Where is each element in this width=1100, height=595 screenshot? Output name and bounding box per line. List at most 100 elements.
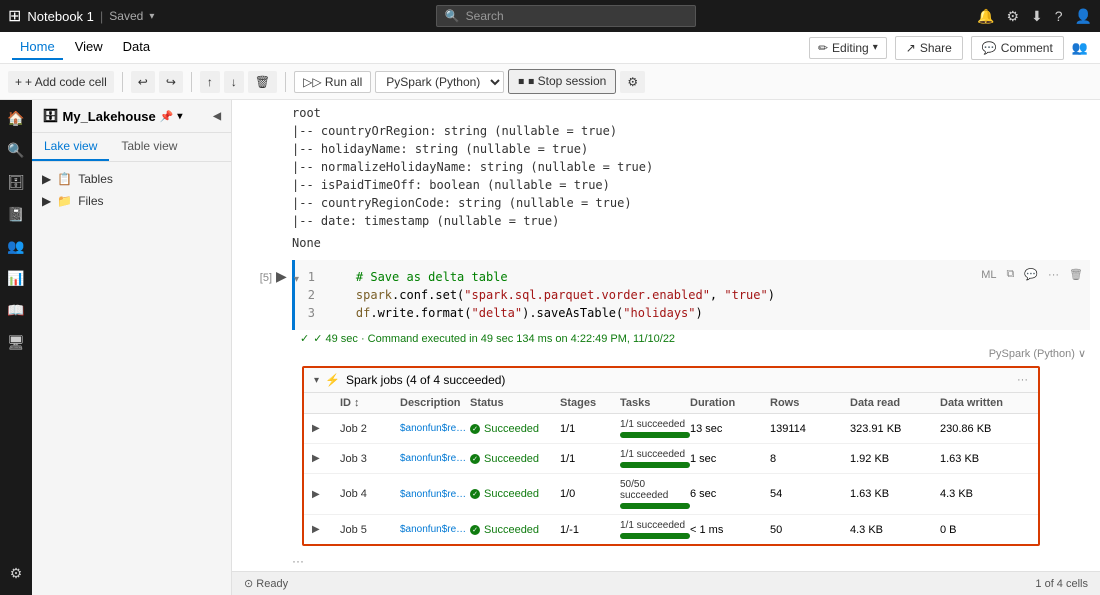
- row-status: ✓ Succeeded: [470, 423, 560, 435]
- share-button[interactable]: ↗ Share: [895, 36, 963, 60]
- session-settings-button[interactable]: ⚙: [620, 71, 645, 93]
- download-icon[interactable]: ⬇: [1031, 8, 1043, 25]
- lakehouse-pin-icon[interactable]: 📌: [160, 110, 174, 123]
- row-expand-icon[interactable]: ▶: [312, 453, 340, 464]
- spark-more-button[interactable]: ···: [1017, 374, 1028, 386]
- settings-icon[interactable]: ⚙: [1006, 8, 1019, 25]
- sidebar-icon-home[interactable]: 🏠: [2, 104, 30, 132]
- sidebar-icon-chart[interactable]: 📊: [2, 264, 30, 292]
- cell-delete-button[interactable]: 🗑: [1066, 266, 1086, 283]
- delete-button[interactable]: 🗑: [248, 71, 277, 93]
- cell-more-button[interactable]: ···: [1045, 267, 1062, 283]
- notebook-scroll[interactable]: root |-- countryOrRegion: string (nullab…: [232, 100, 1100, 571]
- undo-button[interactable]: ↩: [131, 71, 155, 93]
- tab-data[interactable]: Data: [115, 35, 158, 60]
- status-label: Succeeded: [484, 488, 539, 500]
- tab-home[interactable]: Home: [12, 35, 63, 60]
- cell-runtime-5: PySpark (Python) ∨: [292, 347, 1086, 362]
- cell-body-5[interactable]: 1 2 3 # Save as delta table spark.conf.s…: [292, 260, 1090, 330]
- tables-label: Tables: [78, 172, 113, 186]
- run-all-button[interactable]: ▷ ▷ Run all: [294, 71, 371, 93]
- sidebar-icon-monitor[interactable]: 🖥: [2, 328, 30, 356]
- stop-session-button[interactable]: ⏹ ⏹ Stop session: [508, 69, 616, 94]
- app-grid-icon: ⊞: [8, 6, 21, 26]
- schema-line: |-- countryRegionCode: string (nullable …: [292, 194, 1060, 212]
- col-data-read: Data read: [850, 397, 940, 409]
- row-description[interactable]: $anonfun$recordDeltaOperation$5 at Synap…: [400, 524, 470, 535]
- row-status: ✓ Succeeded: [470, 524, 560, 536]
- menu-right: ✏ Editing ▾ ↗ Share 💬 Comment 👥: [809, 36, 1088, 60]
- files-expand-icon: ▶: [42, 194, 51, 208]
- more-items[interactable]: ···: [292, 550, 1100, 571]
- col-data-written: Data written: [940, 397, 1030, 409]
- row-tasks: 1/1 succeeded: [620, 419, 690, 438]
- collapse-panel-icon[interactable]: ◀: [213, 111, 221, 122]
- cell-comment-button[interactable]: 💬: [1021, 266, 1041, 283]
- add-code-cell-button[interactable]: + + Add code cell: [8, 71, 114, 93]
- move-down-button[interactable]: ↓: [224, 71, 244, 93]
- row-expand-icon[interactable]: ▶: [312, 524, 340, 535]
- tab-table-view[interactable]: Table view: [109, 133, 189, 161]
- row-rows: 139114: [770, 423, 850, 435]
- comment-button[interactable]: 💬 Comment: [971, 36, 1064, 60]
- tree-item-tables[interactable]: ▶ 📋 Tables: [32, 168, 231, 190]
- lakehouse-name[interactable]: My_Lakehouse: [63, 109, 156, 124]
- row-tasks: 1/1 succeeded: [620, 449, 690, 468]
- sidebar-icon-search[interactable]: 🔍: [2, 136, 30, 164]
- search-box[interactable]: 🔍 Search: [436, 5, 696, 27]
- spark-collapse-icon[interactable]: ▾: [314, 375, 319, 386]
- spark-jobs-panel: ▾ ⚡ Spark jobs (4 of 4 succeeded) ··· ID…: [302, 366, 1040, 546]
- tab-lake-view[interactable]: Lake view: [32, 133, 109, 161]
- notification-icon[interactable]: 🔔: [977, 8, 994, 25]
- row-data-written: 230.86 KB: [940, 423, 1030, 435]
- table-row[interactable]: ▶ Job 4 $anonfun$recordDeltaOperation$5 …: [304, 474, 1038, 515]
- person-icon[interactable]: 👥: [1072, 40, 1088, 56]
- row-id: Job 5: [340, 524, 400, 536]
- row-description[interactable]: $anonfun$recordDeltaOperation$5 at Synap…: [400, 489, 470, 500]
- table-row[interactable]: ▶ Job 2 $anonfun$recordDeltaOperation$5 …: [304, 414, 1038, 444]
- row-rows: 50: [770, 524, 850, 536]
- schema-line: root: [292, 104, 1060, 122]
- spark-icon: ⚡: [325, 373, 340, 387]
- sidebar-icon-people[interactable]: 👥: [2, 232, 30, 260]
- row-expand-icon[interactable]: ▶: [312, 489, 340, 500]
- pyspark-select[interactable]: PySpark (Python): [375, 71, 504, 93]
- tree-item-files[interactable]: ▶ 📁 Files: [32, 190, 231, 212]
- cell-copy-button[interactable]: ⧉: [1003, 266, 1017, 283]
- sidebar-icon-settings[interactable]: ⚙: [2, 559, 30, 587]
- progress-bar-fill: [620, 503, 690, 509]
- row-description[interactable]: $anonfun$recordDeltaOperation$5 at Synap…: [400, 453, 470, 464]
- sidebar-icon-notebook[interactable]: 📓: [2, 200, 30, 228]
- redo-button[interactable]: ↪: [159, 71, 183, 93]
- progress-bar-fill: [620, 533, 690, 539]
- schema-output: root |-- countryOrRegion: string (nullab…: [232, 100, 1100, 256]
- lakehouse-name-row: 🗄 My_Lakehouse 📌 ▾: [42, 108, 182, 124]
- help-icon[interactable]: ?: [1055, 8, 1063, 24]
- left-panel-header: 🗄 My_Lakehouse 📌 ▾ ◀: [32, 100, 231, 133]
- status-label: Succeeded: [484, 423, 539, 435]
- row-description[interactable]: $anonfun$recordDeltaOperation$5 at Synap…: [400, 423, 470, 434]
- row-expand-icon[interactable]: ▶: [312, 423, 340, 434]
- editing-button[interactable]: ✏ Editing ▾: [809, 37, 887, 59]
- move-up-button[interactable]: ↑: [200, 71, 220, 93]
- sidebar-icon-book[interactable]: 📖: [2, 296, 30, 324]
- profile-icon[interactable]: 👤: [1075, 8, 1092, 25]
- tab-view[interactable]: View: [67, 35, 111, 60]
- spark-jobs-table: ID ↕ Description Status Stages Tasks Dur…: [304, 393, 1038, 544]
- editing-chevron-icon: ▾: [873, 42, 878, 53]
- table-row[interactable]: ▶ Job 3 $anonfun$recordDeltaOperation$5 …: [304, 444, 1038, 474]
- cell-run-button-5[interactable]: ▶: [276, 268, 287, 285]
- title-bar-left: ⊞ Notebook 1 | Saved ▾: [8, 6, 154, 26]
- line-numbers-5: 1 2 3: [307, 268, 327, 322]
- notebook-name[interactable]: Notebook 1: [27, 9, 94, 24]
- row-data-read: 1.92 KB: [850, 453, 940, 465]
- cell-expand-button-5[interactable]: ▾: [294, 274, 299, 285]
- separator: |: [100, 9, 103, 24]
- col-stages: Stages: [560, 397, 620, 409]
- col-id[interactable]: ID ↕: [340, 397, 400, 409]
- cell-ml-button[interactable]: ML: [978, 267, 999, 283]
- lakehouse-chevron-icon[interactable]: ▾: [177, 111, 182, 122]
- table-row[interactable]: ▶ Job 5 $anonfun$recordDeltaOperation$5 …: [304, 515, 1038, 544]
- sidebar-icon-data[interactable]: 🗄: [2, 168, 30, 196]
- saved-status: Saved: [109, 9, 143, 23]
